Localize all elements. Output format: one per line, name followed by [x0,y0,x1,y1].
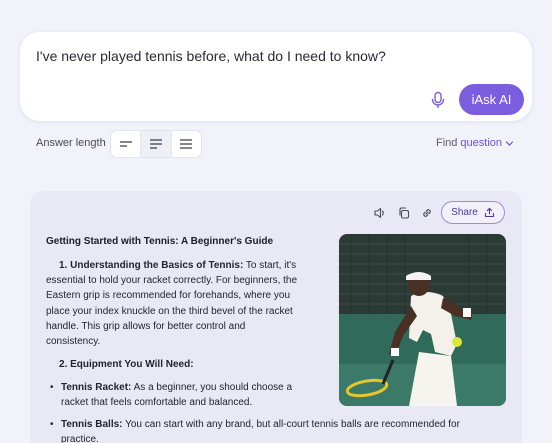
section-2-heading-text: 2. Equipment You Will Need: [59,359,194,370]
section-2-heading: 2. Equipment You Will Need: [46,357,314,372]
long-lines-icon [180,139,193,149]
bullet-term: Tennis Balls: [61,419,123,430]
find-label: Find [436,137,458,149]
query-input[interactable]: I've never played tennis before, what do… [36,48,386,64]
length-long-button[interactable] [172,131,201,157]
length-medium-button[interactable] [141,131,172,157]
bullet-text: practice. [61,434,99,443]
answer-length-label: Answer length [36,137,106,149]
share-label: Share [451,207,478,218]
ask-ai-button[interactable]: iAsk AI [459,84,524,115]
section-1-line: essential to hold your racket correctly.… [46,275,298,287]
link-icon[interactable] [420,206,434,220]
section-1-paragraph: 1. Understanding the Basics of Tennis: T… [46,258,314,349]
list-item: Tennis Racket: As a beginner, you should… [50,380,310,410]
question-label: question [460,137,502,149]
bullet-text: As a beginner, you should choose a [131,382,293,393]
search-card: I've never played tennis before, what do… [20,32,532,121]
bullet-text: You can start with any brand, but all-co… [122,419,460,430]
bullet-term: Tennis Racket: [61,382,132,393]
answer-card: Share Getting Started with Tennis: A Beg… [30,191,522,443]
speaker-icon[interactable] [373,206,387,220]
section-1-line: consistency. [46,336,101,348]
section-1-line: Eastern grip is recommended for forehand… [46,290,291,302]
section-1-line-1: To start, it's [243,260,297,271]
length-short-button[interactable] [111,131,142,157]
find-question-dropdown[interactable]: Find question [436,137,514,149]
short-lines-icon [119,141,132,147]
tennis-player-image [339,234,506,406]
share-button[interactable]: Share [441,201,505,224]
copy-icon[interactable] [397,206,411,220]
bullet-text: racket that feels comfortable and balanc… [61,397,253,409]
chevron-down-icon [505,140,514,146]
section-1-line: handle. This grip allows for better cont… [46,320,246,332]
answer-length-toggle [110,130,202,158]
section-1-line: place your index knuckle on the third be… [46,305,293,317]
microphone-icon[interactable] [430,91,446,109]
answer-title: Getting Started with Tennis: A Beginner'… [46,236,274,247]
list-item: Tennis Balls: You can start with any bra… [50,417,470,443]
section-1-heading: 1. Understanding the Basics of Tennis: [59,260,244,271]
medium-lines-icon [149,139,162,149]
upload-icon [484,207,494,218]
